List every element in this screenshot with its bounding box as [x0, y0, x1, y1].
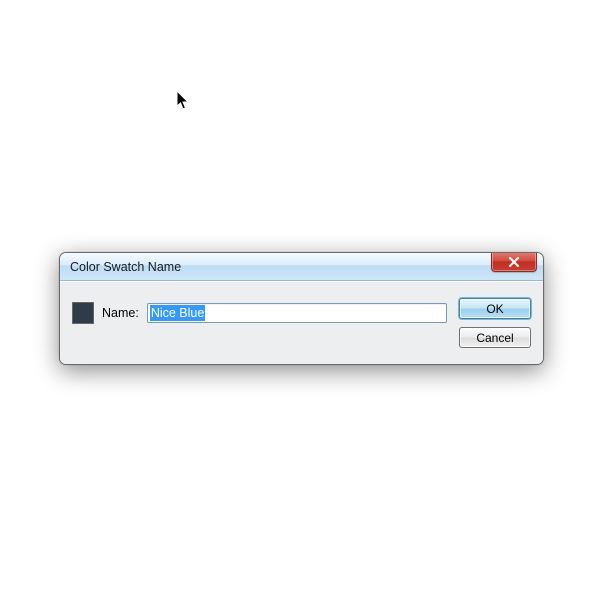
close-button[interactable] [491, 252, 537, 272]
name-input-value: Nice Blue [150, 305, 206, 321]
titlebar[interactable]: Color Swatch Name [60, 253, 543, 281]
dialog-title: Color Swatch Name [70, 260, 181, 274]
color-swatch [72, 302, 94, 324]
ok-button[interactable]: OK [459, 298, 531, 319]
form-row: Name: Nice Blue [72, 296, 447, 324]
name-label: Name: [102, 306, 139, 320]
cancel-button[interactable]: Cancel [459, 327, 531, 348]
name-input[interactable]: Nice Blue [147, 303, 447, 323]
dialog-body: Name: Nice Blue OK Cancel [60, 281, 543, 364]
button-column: OK Cancel [459, 296, 531, 348]
cursor-icon [176, 90, 192, 115]
color-swatch-name-dialog: Color Swatch Name Name: Nice Blue OK Can… [59, 252, 544, 365]
close-icon [508, 257, 520, 267]
